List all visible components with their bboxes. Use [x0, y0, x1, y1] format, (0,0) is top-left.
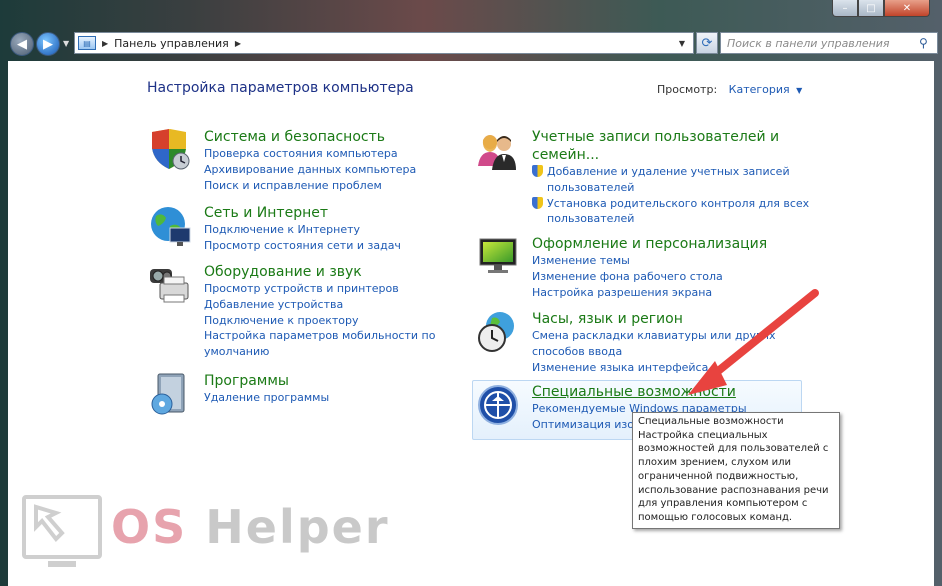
watermark-logo-icon: [22, 495, 102, 559]
watermark-text: OS Helper: [111, 500, 390, 554]
annotation-arrow: [688, 289, 819, 395]
cursor-arrow-icon: [34, 504, 65, 543]
window-frame: – □ ✕ ◀ ▶ ▼ ▤ ▶ Панель управления ▶ ▼ ⟳ …: [0, 0, 942, 586]
watermark-os: OS: [111, 500, 188, 554]
watermark-helper: Helper: [205, 500, 390, 554]
arrow-shaft: [703, 289, 819, 384]
watermark-stand: [48, 561, 76, 567]
